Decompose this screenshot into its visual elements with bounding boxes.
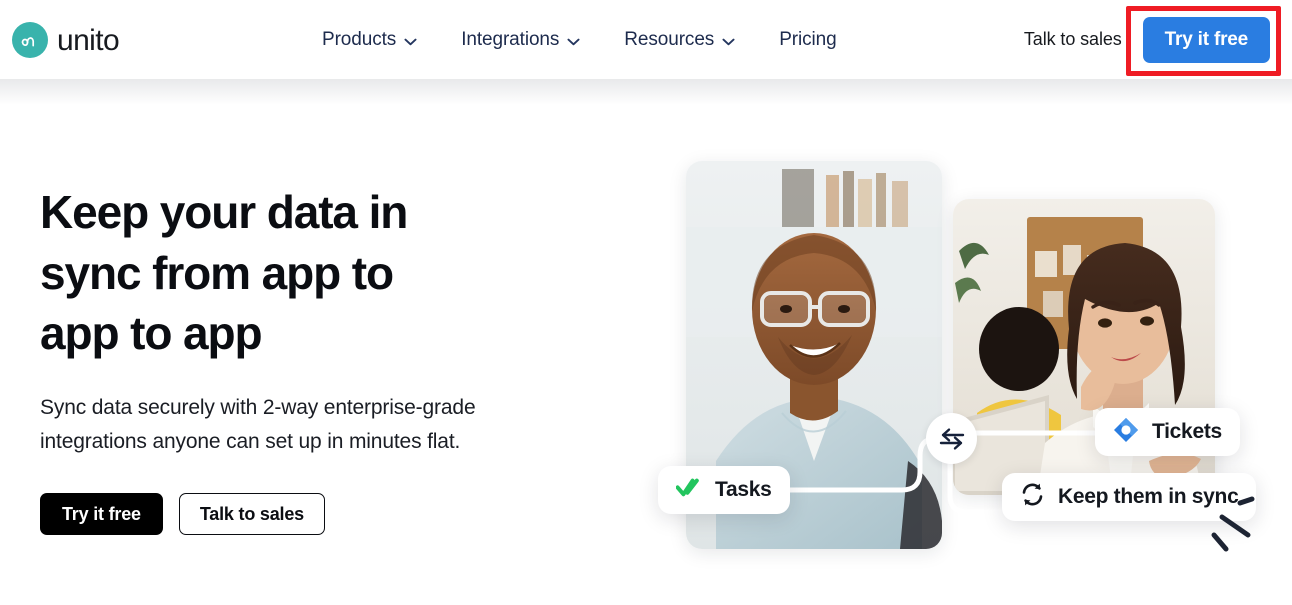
- try-it-free-button[interactable]: Try it free: [1142, 16, 1270, 63]
- site-header: unito Products Integrations Resources Pr…: [0, 0, 1292, 79]
- badge-label: Tickets: [1152, 420, 1222, 443]
- talk-to-sales-link[interactable]: Talk to sales: [1024, 29, 1122, 50]
- jira-diamond-icon: [1113, 417, 1139, 448]
- header-shadow: [0, 79, 1292, 105]
- hero-artwork: Tasks Tickets Keep them in sync: [640, 140, 1292, 605]
- two-way-arrows-icon: [926, 413, 977, 464]
- sparkle-lines-icon: [1210, 495, 1272, 562]
- page-root: unito Products Integrations Resources Pr…: [0, 0, 1292, 605]
- chevron-down-icon: [404, 30, 417, 52]
- nav-item-integrations[interactable]: Integrations: [439, 21, 602, 59]
- hero-talk-to-sales-button[interactable]: Talk to sales: [178, 493, 325, 536]
- brand-logo[interactable]: unito: [12, 22, 120, 58]
- nav-label: Integrations: [461, 28, 560, 50]
- badge-tickets: Tickets: [1095, 408, 1240, 456]
- badge-label: Tasks: [715, 478, 772, 501]
- sync-refresh-icon: [1020, 482, 1045, 512]
- hero-copy: Keep your data in sync from app to app t…: [40, 182, 600, 536]
- primary-nav: Products Integrations Resources Pricing: [300, 0, 859, 79]
- chevron-down-icon: [567, 30, 580, 52]
- hero-try-it-free-button[interactable]: Try it free: [40, 493, 163, 536]
- nav-label: Resources: [624, 28, 715, 50]
- header-actions: Talk to sales Try it free: [1024, 0, 1292, 79]
- hero-cta-row: Try it free Talk to sales: [40, 493, 600, 536]
- brand-name: unito: [57, 24, 120, 57]
- nav-item-products[interactable]: Products: [300, 21, 439, 59]
- chevron-down-icon: [722, 30, 735, 52]
- unito-wave-logo-icon: [12, 22, 48, 58]
- badge-tasks: Tasks: [658, 466, 790, 514]
- nav-item-pricing[interactable]: Pricing: [757, 21, 858, 59]
- green-double-check-icon: [675, 478, 702, 503]
- page-title: Keep your data in sync from app to app t…: [40, 186, 408, 360]
- nav-label: Products: [322, 28, 397, 50]
- nav-label: Pricing: [779, 28, 837, 50]
- nav-item-resources[interactable]: Resources: [602, 21, 757, 59]
- hero-subheading: Sync data securely with 2-way enterprise…: [40, 396, 476, 454]
